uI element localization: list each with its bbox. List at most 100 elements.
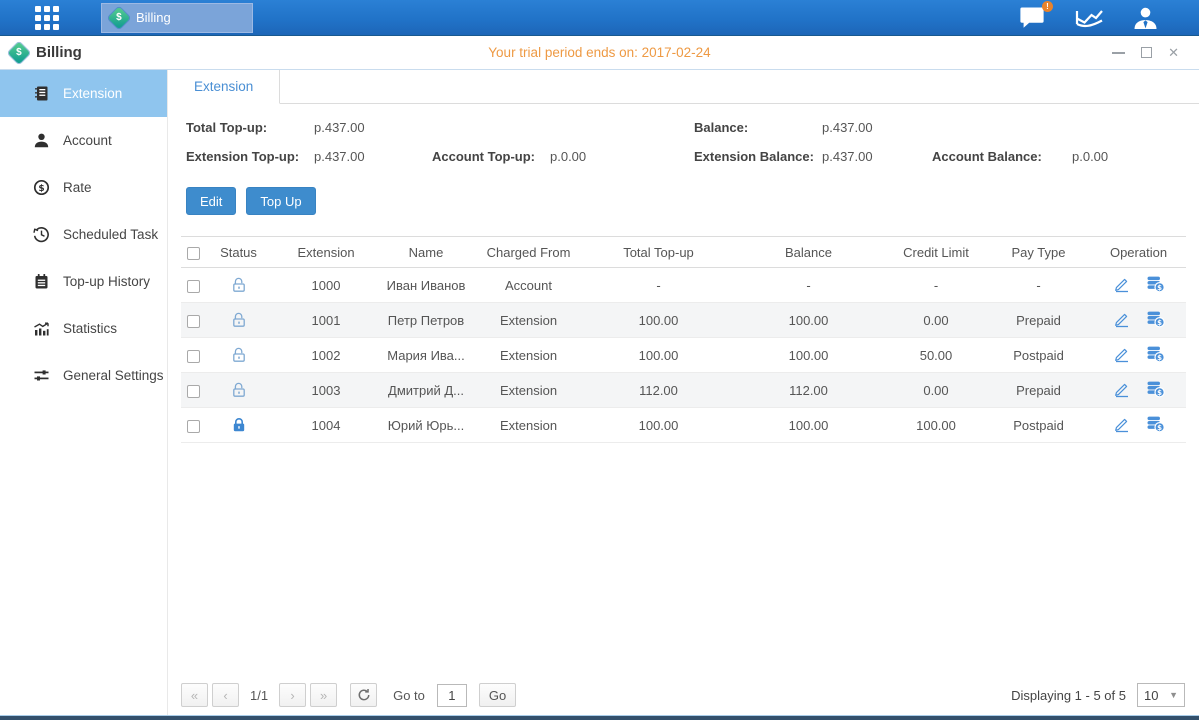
cell-charged-from: Account xyxy=(471,268,586,303)
edit-row-icon[interactable] xyxy=(1113,345,1131,363)
sidebar-item-rate[interactable]: $ Rate xyxy=(0,164,167,211)
top-up-row-icon[interactable]: $ xyxy=(1146,415,1165,433)
edit-button[interactable]: Edit xyxy=(186,187,236,215)
select-all-checkbox[interactable] xyxy=(187,247,200,260)
notifications-button[interactable]: ! xyxy=(1018,5,1047,30)
minimize-button[interactable] xyxy=(1112,52,1125,54)
resource-monitor-button[interactable] xyxy=(1074,6,1105,30)
status-unlocked-icon[interactable] xyxy=(230,381,248,399)
account-balance-value: p.0.00 xyxy=(1072,149,1199,164)
displaying-text: Displaying 1 - 5 of 5 xyxy=(1011,688,1126,703)
svg-text:$: $ xyxy=(1157,423,1162,431)
edit-row-icon[interactable] xyxy=(1113,275,1131,293)
extension-table: Status Extension Name Charged From Total… xyxy=(181,236,1186,443)
cell-credit-limit: 100.00 xyxy=(886,408,986,443)
person-icon xyxy=(33,132,50,149)
status-unlocked-icon[interactable] xyxy=(230,346,248,364)
edit-row-icon[interactable] xyxy=(1113,380,1131,398)
cell-extension: 1002 xyxy=(271,338,381,373)
cell-credit-limit: 0.00 xyxy=(886,373,986,408)
account-top-up-label: Account Top-up: xyxy=(432,149,550,164)
status-locked-icon[interactable] xyxy=(230,416,248,434)
cell-name: Петр Петров xyxy=(381,303,471,338)
last-page-button[interactable]: » xyxy=(310,683,337,707)
cell-balance: 100.00 xyxy=(731,303,886,338)
next-page-button[interactable]: › xyxy=(279,683,306,707)
sidebar-item-statistics[interactable]: Statistics xyxy=(0,305,167,352)
billing-app-icon: $ xyxy=(108,6,131,29)
sidebar-item-label: Extension xyxy=(63,86,122,101)
taskbar-item-label: Billing xyxy=(136,10,171,25)
sidebar-item-scheduled-task[interactable]: Scheduled Task xyxy=(0,211,167,258)
cell-total-top-up: 100.00 xyxy=(586,303,731,338)
notebook-icon xyxy=(33,273,50,290)
sidebar-item-account[interactable]: Account xyxy=(0,117,167,164)
column-balance: Balance xyxy=(731,237,886,268)
top-up-row-icon[interactable]: $ xyxy=(1146,275,1165,293)
line-chart-icon xyxy=(1074,6,1105,30)
sidebar-item-label: General Settings xyxy=(63,368,164,383)
history-clock-icon xyxy=(33,226,50,243)
goto-page-input[interactable] xyxy=(437,684,467,707)
status-unlocked-icon[interactable] xyxy=(230,276,248,294)
sidebar-item-general-settings[interactable]: General Settings xyxy=(0,352,167,399)
taskbar-item-billing[interactable]: $ Billing xyxy=(101,3,253,33)
extension-balance-label: Extension Balance: xyxy=(694,149,822,164)
column-name: Name xyxy=(381,237,471,268)
app-window: $ Billing ! xyxy=(0,0,1199,720)
cell-balance: 100.00 xyxy=(731,338,886,373)
table-row: 1000 Иван Иванов Account - - - - xyxy=(181,268,1186,303)
cell-pay-type: Prepaid xyxy=(986,373,1091,408)
table-header-row: Status Extension Name Charged From Total… xyxy=(181,237,1186,268)
cell-charged-from: Extension xyxy=(471,373,586,408)
edit-row-icon[interactable] xyxy=(1113,310,1131,328)
sidebar-item-label: Account xyxy=(63,133,112,148)
svg-text:$: $ xyxy=(1157,353,1162,361)
edit-row-icon[interactable] xyxy=(1113,415,1131,433)
cell-pay-type: Postpaid xyxy=(986,338,1091,373)
top-up-row-icon[interactable]: $ xyxy=(1146,345,1165,363)
table-row: 1002 Мария Ива... Extension 100.00 100.0… xyxy=(181,338,1186,373)
column-extension: Extension xyxy=(271,237,381,268)
page-size-select[interactable]: 10 ▼ xyxy=(1137,683,1185,707)
cell-total-top-up: 100.00 xyxy=(586,338,731,373)
sidebar-item-extension[interactable]: Extension xyxy=(0,70,167,117)
row-checkbox[interactable] xyxy=(187,420,200,433)
top-up-button[interactable]: Top Up xyxy=(246,187,315,215)
column-charged-from: Charged From xyxy=(471,237,586,268)
balance-label: Balance: xyxy=(694,120,822,135)
svg-text:$: $ xyxy=(38,184,44,194)
notification-badge: ! xyxy=(1042,1,1053,12)
go-button[interactable]: Go xyxy=(479,683,516,707)
extension-top-up-value: p.437.00 xyxy=(314,149,432,164)
status-unlocked-icon[interactable] xyxy=(230,311,248,329)
bar-chart-icon xyxy=(33,320,50,337)
top-up-row-icon[interactable]: $ xyxy=(1146,310,1165,328)
pagination: « ‹ 1/1 › » Go to Go xyxy=(181,683,516,707)
refresh-button[interactable] xyxy=(350,683,377,707)
cell-balance: 100.00 xyxy=(731,408,886,443)
account-balance-label: Account Balance: xyxy=(932,149,1072,164)
row-checkbox[interactable] xyxy=(187,350,200,363)
row-checkbox[interactable] xyxy=(187,385,200,398)
summary-section: Total Top-up: p.437.00 Extension Top-up:… xyxy=(168,104,1199,164)
close-button[interactable]: ✕ xyxy=(1168,46,1179,59)
table-row: 1004 Юрий Юрь... Extension 100.00 100.00… xyxy=(181,408,1186,443)
row-checkbox[interactable] xyxy=(187,315,200,328)
tab-extension[interactable]: Extension xyxy=(168,70,280,104)
top-up-row-icon[interactable]: $ xyxy=(1146,380,1165,398)
cell-charged-from: Extension xyxy=(471,408,586,443)
first-page-button[interactable]: « xyxy=(181,683,208,707)
cell-total-top-up: 100.00 xyxy=(586,408,731,443)
app-launcher-icon[interactable] xyxy=(35,6,59,30)
sidebar-item-top-up-history[interactable]: Top-up History xyxy=(0,258,167,305)
cell-pay-type: - xyxy=(986,268,1091,303)
trial-notice: Your trial period ends on: 2017-02-24 xyxy=(0,45,1199,60)
sidebar-item-label: Scheduled Task xyxy=(63,227,158,242)
maximize-button[interactable] xyxy=(1141,47,1152,58)
page-indicator: 1/1 xyxy=(243,688,275,703)
user-menu-button[interactable] xyxy=(1132,5,1159,31)
row-checkbox[interactable] xyxy=(187,280,200,293)
cell-total-top-up: - xyxy=(586,268,731,303)
prev-page-button[interactable]: ‹ xyxy=(212,683,239,707)
